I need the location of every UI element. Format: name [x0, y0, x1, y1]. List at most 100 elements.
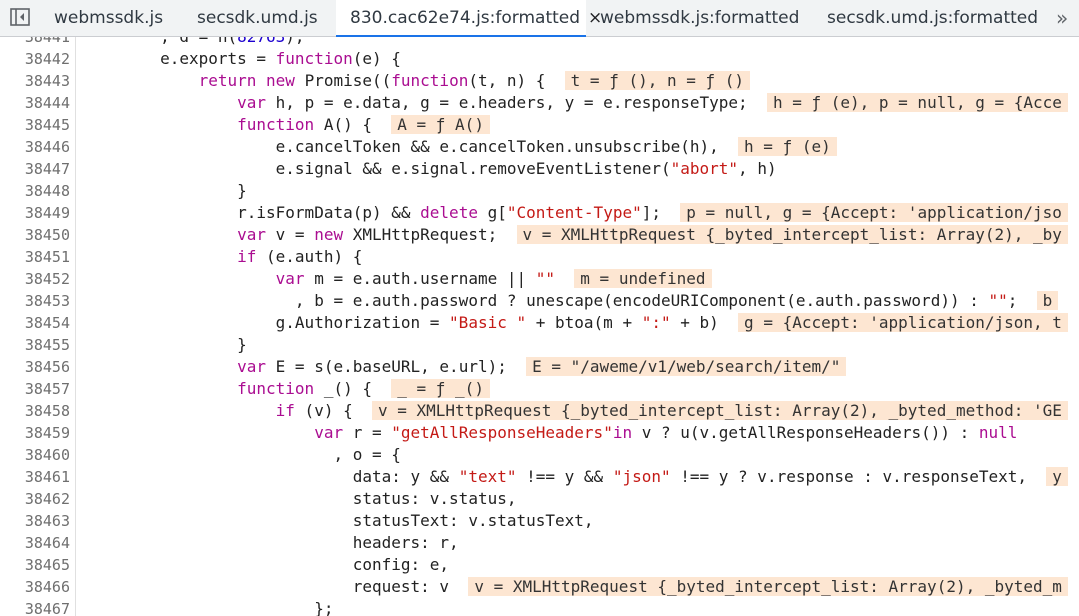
tab-secsdk-umd[interactable]: secsdk.umd.js — [187, 0, 328, 36]
code-token: 82763 — [237, 37, 285, 46]
code-token: }; — [83, 599, 334, 616]
line-number[interactable]: 38459 — [0, 422, 70, 444]
line-number-gutter[interactable]: 38441 38442 38443 38444 38445 38446 38447 38448… — [0, 37, 76, 616]
tab-label: 830.cac62e74.js:formatted — [350, 8, 581, 28]
code-token: delete — [420, 203, 478, 222]
inline-value-hint: E = "/aweme/v1/web/search/item/" — [526, 357, 847, 376]
line-number[interactable]: 38463 — [0, 510, 70, 532]
code-token: (e.auth) { — [256, 247, 363, 266]
tab-830-cac62e74-formatted[interactable]: 830.cac62e74.js:formatted × — [336, 0, 602, 37]
line-number[interactable]: 38448 — [0, 180, 70, 202]
line-number[interactable]: 38441 — [0, 37, 70, 48]
line-number[interactable]: 38449 — [0, 202, 70, 224]
line-number[interactable]: 38462 — [0, 488, 70, 510]
code-line: if (e.auth) { — [83, 246, 362, 268]
code-token: "Basic " — [449, 313, 527, 332]
more-tabs-icon[interactable]: » — [1056, 0, 1068, 36]
code-token: + btoa(m + — [526, 313, 642, 332]
tab-secsdk-umd-formatted[interactable]: secsdk.umd.js:formatted — [817, 0, 1048, 36]
inline-value-hint: m = undefined — [574, 269, 712, 288]
code-token: , h) — [738, 159, 777, 178]
code-token: , d = n( — [83, 37, 237, 46]
code-line: headers: r, — [83, 532, 459, 554]
editor-tab-bar: webmssdk.js secsdk.umd.js 830.cac62e74.j… — [0, 0, 1079, 37]
line-number[interactable]: 38457 — [0, 378, 70, 400]
code-line: var h, p = e.data, g = e.headers, y = e.… — [83, 92, 1068, 114]
code-token: "abort" — [670, 159, 739, 178]
line-number[interactable]: 38455 — [0, 334, 70, 356]
tab-webmssdk[interactable]: webmssdk.js — [44, 0, 173, 36]
code-token: e.exports = — [83, 49, 276, 68]
code-line: r.isFormData(p) && delete g["Content-Typ… — [83, 202, 1068, 224]
code-token: "getAllResponseHeaders" — [391, 423, 613, 442]
code-token: "text" — [458, 467, 517, 486]
line-number[interactable]: 38442 — [0, 48, 70, 70]
code-token: , o = { — [83, 445, 401, 464]
code-line: request: v v = XMLHttpRequest {_byted_in… — [83, 576, 1068, 598]
code-line: data: y && "text" !== y && "json" !== y … — [83, 466, 1068, 488]
code-token: Promise(( — [294, 71, 392, 90]
line-number[interactable]: 38464 — [0, 532, 70, 554]
code-token: } — [83, 181, 247, 200]
inline-value-hint: h = ƒ (e), p = null, g = {Acce — [766, 93, 1068, 112]
inline-value-hint: y — [1046, 467, 1068, 486]
line-number[interactable]: 38452 — [0, 268, 70, 290]
line-number[interactable]: 38445 — [0, 114, 70, 136]
code-line: e.signal && e.signal.removeEventListener… — [83, 158, 777, 180]
inline-value-hint: g = {Accept: 'application/json, t — [738, 313, 1068, 332]
code-token: XMLHttpRequest; — [343, 225, 517, 244]
code-token: if — [275, 401, 295, 420]
inline-value-hint: A = ƒ A() — [391, 115, 490, 134]
line-number[interactable]: 38443 — [0, 70, 70, 92]
line-number[interactable]: 38461 — [0, 466, 70, 488]
code-token: h, p = e.data, g = e.headers, y = e.resp… — [266, 93, 767, 112]
line-number[interactable]: 38456 — [0, 356, 70, 378]
line-number[interactable]: 38460 — [0, 444, 70, 466]
line-number[interactable]: 38444 — [0, 92, 70, 114]
line-number[interactable]: 38465 — [0, 554, 70, 576]
code-token: var — [237, 225, 267, 244]
code-token: new — [314, 225, 344, 244]
code-line: statusText: v.statusText, — [83, 510, 594, 532]
code-token: null — [978, 423, 1018, 442]
code-line: status: v.status, — [83, 488, 517, 510]
code-token: var — [314, 423, 344, 442]
code-token: r = — [343, 423, 392, 442]
code-editor[interactable]: 38441 38442 38443 38444 38445 38446 38447 38448… — [0, 37, 1079, 616]
line-number[interactable]: 38446 — [0, 136, 70, 158]
sidebar-toggle-icon[interactable] — [10, 8, 30, 26]
tab-webmssdk-formatted[interactable]: webmssdk.js:formatted — [590, 0, 809, 36]
tab-label: webmssdk.js — [54, 8, 164, 28]
code-line: e.cancelToken && e.cancelToken.unsubscri… — [83, 136, 837, 158]
inline-value-hint: v = XMLHttpRequest {_byted_intercept_lis… — [371, 401, 1068, 420]
line-number[interactable]: 38466 — [0, 576, 70, 598]
code-line: var r = "getAllResponseHeaders"in v ? u(… — [83, 422, 1017, 444]
code-line: config: e, — [83, 554, 449, 576]
tab-label: webmssdk.js:formatted — [600, 8, 800, 28]
tab-label: secsdk.umd.js:formatted — [827, 8, 1039, 28]
line-number[interactable]: 38447 — [0, 158, 70, 180]
code-line: if (v) { v = XMLHttpRequest {_byted_inte… — [83, 400, 1068, 422]
code-token: "" — [988, 291, 1008, 310]
code-token: statusText: v.statusText, — [83, 511, 594, 530]
code-line: function A() { A = ƒ A() — [83, 114, 490, 136]
code-token: e.signal && e.signal.removeEventListener… — [83, 159, 671, 178]
line-number[interactable]: 38454 — [0, 312, 70, 334]
line-number[interactable]: 38458 — [0, 400, 70, 422]
code-token: if — [237, 247, 257, 266]
code-token: A() { — [314, 115, 392, 134]
line-number[interactable]: 38453 — [0, 290, 70, 312]
code-token: } — [83, 335, 247, 354]
line-number[interactable]: 38467 — [0, 598, 70, 616]
line-number[interactable]: 38450 — [0, 224, 70, 246]
code-token: "" — [535, 269, 556, 288]
code-token: (v) { — [294, 401, 372, 420]
line-number[interactable]: 38451 — [0, 246, 70, 268]
